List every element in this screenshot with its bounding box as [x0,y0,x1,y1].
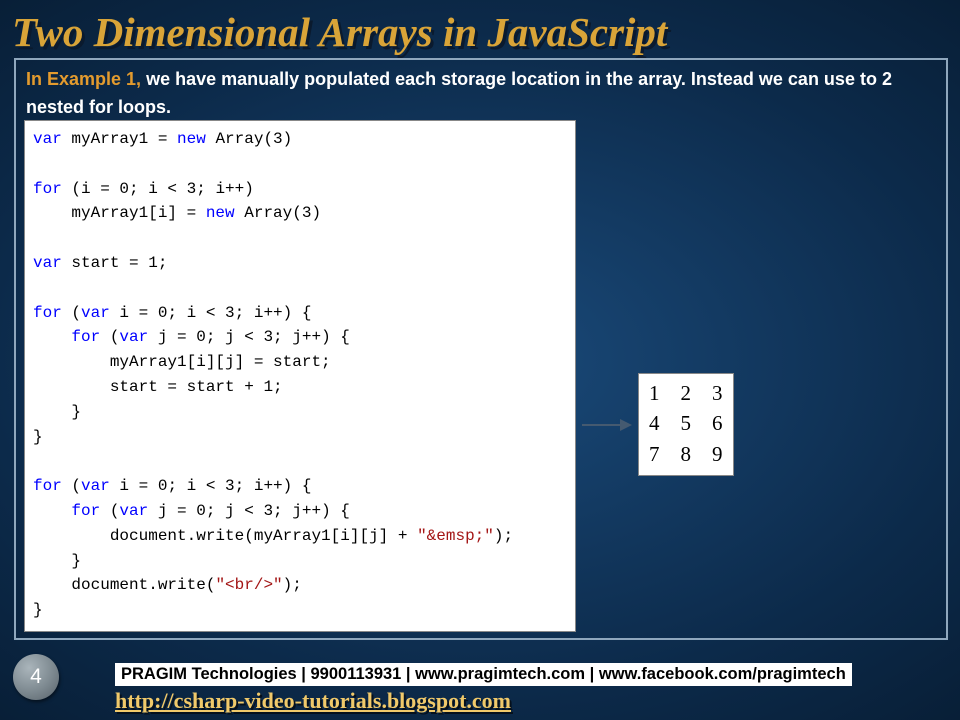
footer-contact: PRAGIM Technologies | 9900113931 | www.p… [115,663,852,686]
footer-link[interactable]: http://csharp-video-tutorials.blogspot.c… [115,688,935,714]
page-number-badge: 4 [13,654,59,700]
intro-rest: we have manually populated each storage … [26,69,892,117]
content-frame: In Example 1, we have manually populated… [14,58,948,640]
slide-title: Two Dimensional Arrays in JavaScript [12,8,667,56]
output-grid: 1 2 3 4 5 6 7 8 9 [638,373,734,476]
arrow-icon [582,424,630,426]
footer: PRAGIM Technologies | 9900113931 | www.p… [115,663,935,714]
intro-highlight: In Example 1, [26,69,146,89]
intro-text: In Example 1, we have manually populated… [26,66,936,122]
output-row: 1 2 3 [649,378,723,408]
output-row: 7 8 9 [649,439,723,469]
code-block: var myArray1 = new Array(3) for (i = 0; … [24,120,576,632]
output-row: 4 5 6 [649,408,723,438]
